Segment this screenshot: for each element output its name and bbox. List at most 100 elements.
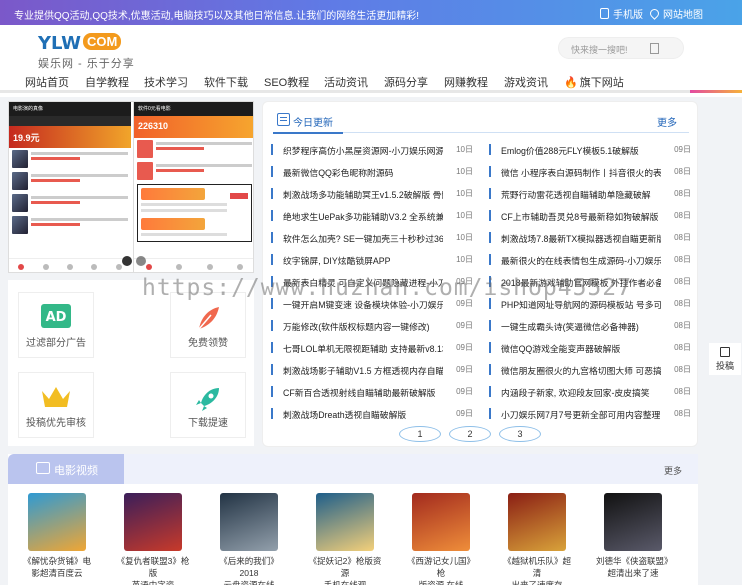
news-item-title[interactable]: 绝地求生UePak多功能辅助V3.2 全系统兼容 [283,210,443,223]
news-item[interactable]: 最新表白精灵 可自定义问题隐藏进程-小刀娱 09日 [271,272,473,292]
news-item[interactable]: 微信 小程序表白源码制作丨抖音很火的表白 08日 [489,162,691,182]
news-item-title[interactable]: 荒野行动雷花透视自瞄辅助单隐藏破解 [501,188,661,201]
news-item-title[interactable]: 织梦程序高仿小黑屋资源网-小刀娱乐网源码 [283,144,443,157]
news-item-title[interactable]: 内涵段子新家, 欢迎段友回家-皮皮搞笑 [501,386,661,399]
news-item[interactable]: CF新百合透视射线自瞄辅助最新破解版 09日 [271,382,473,402]
news-item-title[interactable]: 软件怎么加壳? SE一键加壳三十秒秒过360 [283,232,443,245]
news-item-title[interactable]: 最新表白精灵 可自定义问题隐藏进程-小刀娱 [283,276,443,289]
news-item-title[interactable]: 一键开启M键变速 设备模块体验-小刀娱乐网 [283,298,443,311]
news-item[interactable]: Emlog价值288元FLY模板5.1破解版 09日 [489,140,691,160]
news-item[interactable]: 最新微信QQ彩色昵称附源码 10日 [271,162,473,182]
quick-free-likes[interactable]: 免费领赞 [170,292,246,358]
news-item[interactable]: 一键生成霸头诗(笑逼微信必备神器) 08日 [489,316,691,336]
news-item-title[interactable]: 刺激战场影子辅助V1.5 方框透视内存自瞄 [283,364,443,377]
news-more-link[interactable]: 更多 [657,114,677,129]
site-logo[interactable]: YLW COM 娱乐网 - 乐于分享 [38,33,135,71]
movie-caption[interactable]: 《捉妖记2》枪版资源 手机在线观 [308,555,382,585]
news-item-title[interactable]: 刺激战场7.8最新TX模拟器透视自瞄更新版 [501,232,661,245]
news-item[interactable]: 内涵段子新家, 欢迎段友回家-皮皮搞笑 08日 [489,382,691,402]
news-item[interactable]: 刺激战场影子辅助V1.5 方框透视内存自瞄 09日 [271,360,473,380]
news-item[interactable]: 七哥LOL单机无限视距辅助 支持最新v8.13 09日 [271,338,473,358]
news-item[interactable]: 荒野行动雷花透视自瞄辅助单隐藏破解 08日 [489,184,691,204]
page-2-button[interactable]: 2 [449,426,491,442]
nav-sites[interactable]: 🔥 旗下网站 [564,74,624,90]
movie-caption[interactable]: 《复仇者联盟3》枪版 英语中字资 [116,555,190,585]
news-item[interactable]: 织梦程序高仿小黑屋资源网-小刀娱乐网源码 10日 [271,140,473,160]
movie-item[interactable]: 《越狱机乐队》超清 出来了速度存 [500,493,574,585]
movie-item[interactable]: 刘德华《侠盗联盟》 超清出来了速 [596,493,673,579]
news-item[interactable]: 一键开启M键变速 设备模块体验-小刀娱乐网 09日 [271,294,473,314]
movie-caption[interactable]: 《后来的我们》2018 云盘资源在线 [212,555,286,585]
news-item[interactable]: 小刀娱乐网7月7号更新全部可用内容整理 08日 [489,404,691,424]
news-item-title[interactable]: CF上市辅助吾灵兑8号最新稳如狗破解版 [501,210,661,223]
slider-dot[interactable] [122,256,132,266]
news-item-title[interactable]: 万能修改(软件版权标题内容一键修改) [283,320,443,333]
page-1-button[interactable]: 1 [399,426,441,442]
mobile-link[interactable]: 手机版 [600,6,643,21]
nav-home[interactable]: 网站首页 [25,74,69,90]
movie-item[interactable]: 《西游记女儿国》枪 版资源 在线 [404,493,478,585]
news-item-title[interactable]: PHP知道网址导航网的源码模板站 号多可多撸 [501,298,661,311]
news-item-title[interactable]: 小刀娱乐网7月7号更新全部可用内容整理 [501,408,661,421]
slider-dot[interactable] [136,256,146,266]
news-item[interactable]: 纹字锦屏, DIY炫酷锁屏APP 10日 [271,250,473,270]
news-item[interactable]: 刺激战场7.8最新TX模拟器透视自瞄更新版 08日 [489,228,691,248]
news-item-title[interactable]: CF新百合透视射线自瞄辅助最新破解版 [283,386,443,399]
news-item[interactable]: 万能修改(软件版权标题内容一键修改) 09日 [271,316,473,336]
page-3-button[interactable]: 3 [499,426,541,442]
nav-tech[interactable]: 技术学习 [144,74,188,90]
news-item-title[interactable]: 刺激战场多功能辅助冥王v1.5.2破解版 骨骼自 [283,188,443,201]
movie-poster[interactable] [124,493,182,551]
nav-software[interactable]: 软件下载 [204,74,248,90]
movie-caption[interactable]: 《西游记女儿国》枪 版资源 在线 [404,555,478,585]
news-item[interactable]: PHP知道网址导航网的源码模板站 号多可多撸 08日 [489,294,691,314]
news-item-title[interactable]: 一键生成霸头诗(笑逼微信必备神器) [501,320,661,333]
news-item[interactable]: 软件怎么加壳? SE一键加壳三十秒秒过360 10日 [271,228,473,248]
news-item[interactable]: 微信QQ游戏全能变声器破解版 08日 [489,338,691,358]
submit-float-button[interactable]: 投稿 [709,343,741,375]
quick-priority-review[interactable]: 投稿优先审核 [18,372,94,438]
news-item[interactable]: 刺激战场Dreath透视自瞄破解版 09日 [271,404,473,424]
search-box[interactable]: 快来搜一搜吧! [558,37,684,59]
banner-slider[interactable]: 电影演的真像 19.9元 软件0元看电影 226310 [8,101,254,273]
movie-poster[interactable] [28,493,86,551]
movie-more-link[interactable]: 更多 [664,464,682,477]
nav-tutorials[interactable]: 自学教程 [85,74,129,90]
nav-activities[interactable]: 活动资讯 [324,74,368,90]
quick-ad-filter[interactable]: AD 过滤部分广告 [18,292,94,358]
news-item[interactable]: 绝地求生UePak多功能辅助V3.2 全系统兼容 10日 [271,206,473,226]
movie-poster[interactable] [604,493,662,551]
news-item-title[interactable]: Emlog价值288元FLY模板5.1破解版 [501,144,661,157]
movie-poster[interactable] [316,493,374,551]
nav-source[interactable]: 源码分享 [384,74,428,90]
search-input[interactable]: 快来搜一搜吧! [571,43,628,56]
movie-poster[interactable] [220,493,278,551]
news-item[interactable]: 刺激战场多功能辅助冥王v1.5.2破解版 骨骼自 10日 [271,184,473,204]
news-item[interactable]: 微信朋友圈很火的九宫格切图大师 可恶搞他 08日 [489,360,691,380]
search-icon[interactable] [650,43,659,54]
nav-seo[interactable]: SEO教程 [264,74,309,90]
news-item[interactable]: 最新很火的在线表情包生成源码-小刀娱乐网 08日 [489,250,691,270]
news-item-title[interactable]: 纹字锦屏, DIY炫酷锁屏APP [283,254,443,267]
news-item-title[interactable]: 七哥LOL单机无限视距辅助 支持最新v8.13 [283,342,443,355]
news-item-title[interactable]: 微信朋友圈很火的九宫格切图大师 可恶搞他 [501,364,661,377]
movie-item[interactable]: 《捉妖记2》枪版资源 手机在线观 [308,493,382,585]
news-item-title[interactable]: 微信QQ游戏全能变声器破解版 [501,342,661,355]
movie-poster[interactable] [412,493,470,551]
news-item-title[interactable]: 刺激战场Dreath透视自瞄破解版 [283,408,443,421]
movie-poster[interactable] [508,493,566,551]
movie-caption[interactable]: 刘德华《侠盗联盟》 超清出来了速 [596,555,673,579]
news-item[interactable]: 2018最新游戏辅助官网模板 外挂作者必备 08日 [489,272,691,292]
movie-caption[interactable]: 《解忧杂货铺》电 影超清百度云 [20,555,94,579]
movie-tab[interactable]: 电影视频 [8,454,124,484]
quick-download-speedup[interactable]: 下载提速 [170,372,246,438]
news-item-title[interactable]: 2018最新游戏辅助官网模板 外挂作者必备 [501,276,661,289]
sitemap-link[interactable]: 网站地图 [648,6,703,21]
nav-games[interactable]: 游戏资讯 [504,74,548,90]
movie-item[interactable]: 《后来的我们》2018 云盘资源在线 [212,493,286,585]
nav-earning[interactable]: 网赚教程 [444,74,488,90]
news-item-title[interactable]: 微信 小程序表白源码制作丨抖音很火的表白 [501,166,661,179]
movie-item[interactable]: 《解忧杂货铺》电 影超清百度云 [20,493,94,579]
movie-caption[interactable]: 《越狱机乐队》超清 出来了速度存 [500,555,574,585]
news-item-title[interactable]: 最新很火的在线表情包生成源码-小刀娱乐网 [501,254,661,267]
